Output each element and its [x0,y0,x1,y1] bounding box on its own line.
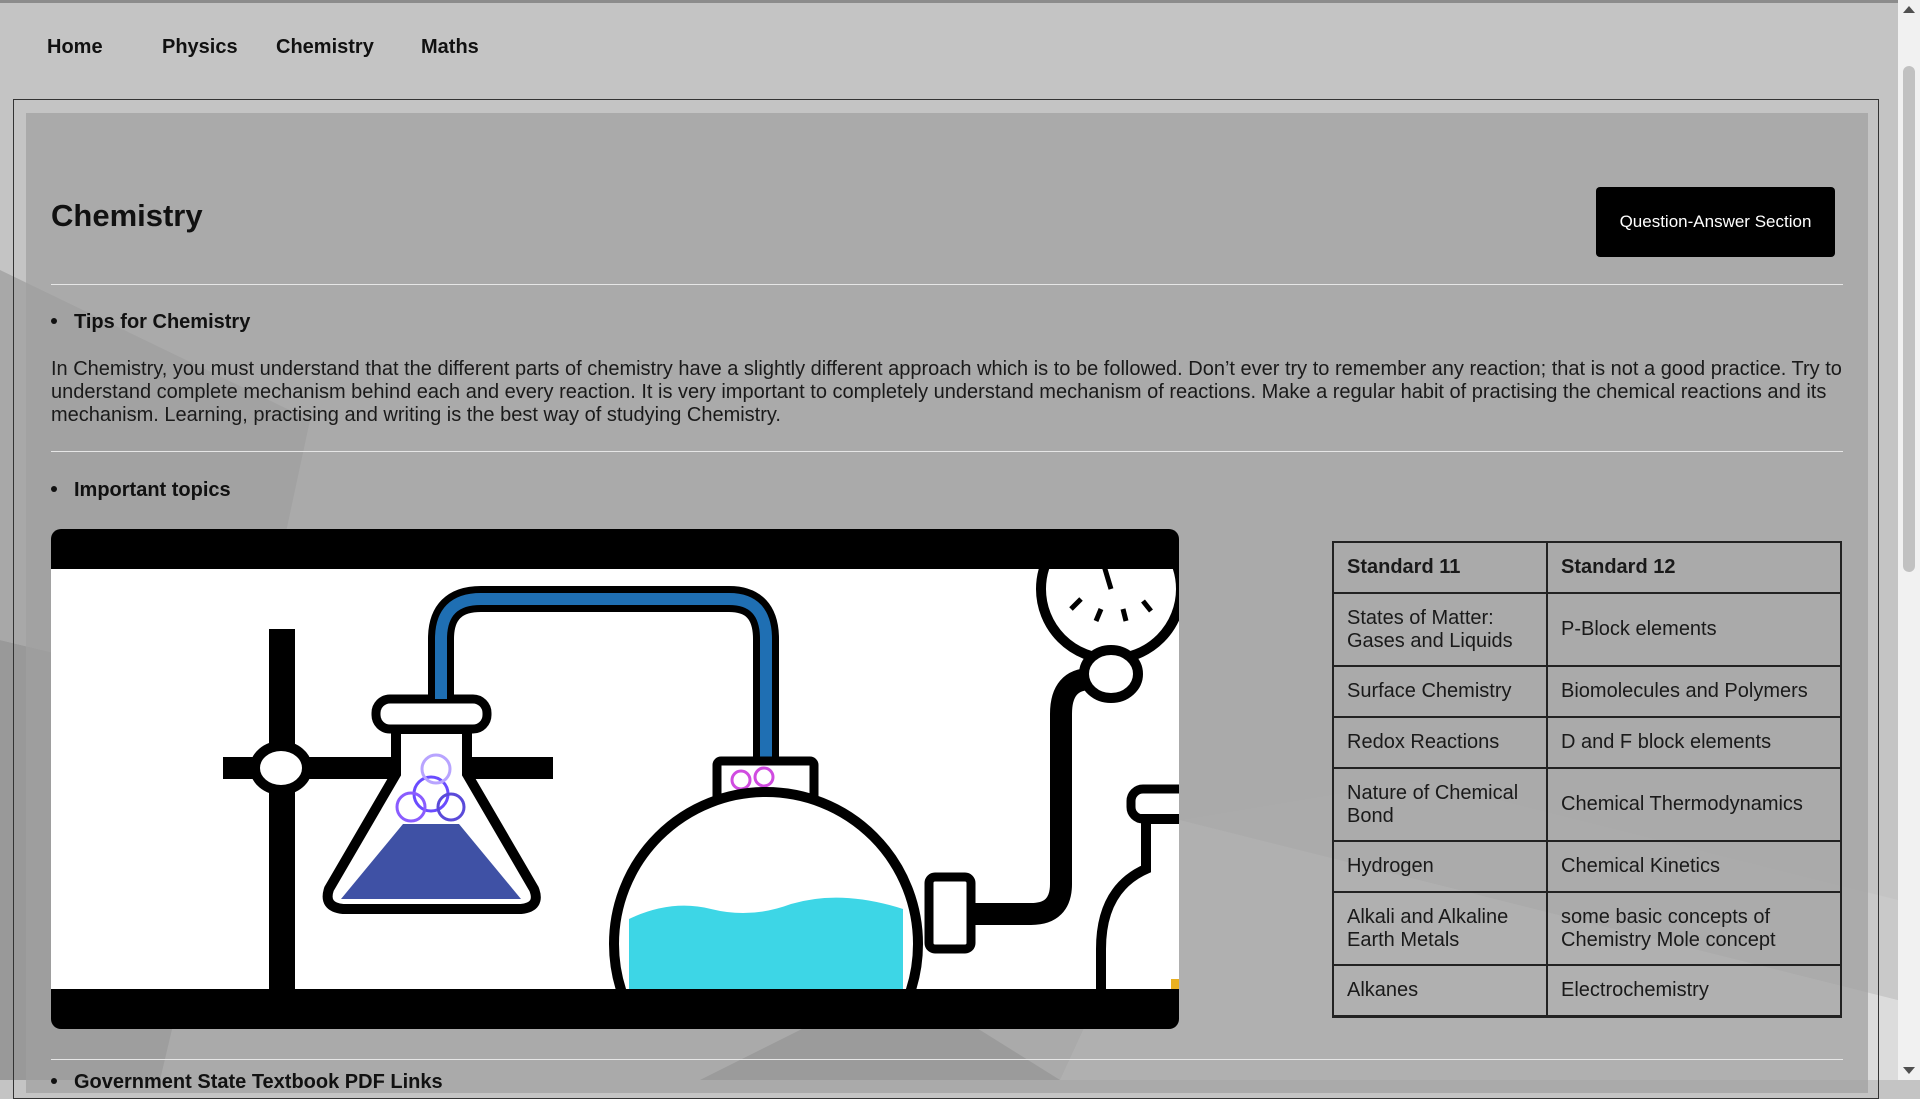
table-cell: Chemical Kinetics [1546,840,1842,893]
topics-table: Standard 11 Standard 12 States of Matter… [1332,541,1842,1018]
topics-heading: Important topics [51,479,231,502]
vertical-scrollbar[interactable] [1898,0,1920,1080]
table-cell: P-Block elements [1546,592,1842,667]
topics-heading-label: Important topics [74,479,231,501]
divider [51,284,1843,285]
table-cell: Electrochemistry [1546,964,1842,1018]
textbook-links-heading: Government State Textbook PDF Links [51,1071,443,1094]
scroll-up-icon[interactable] [1903,6,1915,13]
table-cell: some basic concepts of Chemistry Mole co… [1546,891,1842,966]
table-cell: States of Matter: Gases and Liquids [1332,592,1548,667]
table-row: Nature of Chemical Bond Chemical Thermod… [1332,767,1842,842]
scroll-down-icon[interactable] [1903,1067,1915,1074]
table-cell: Surface Chemistry [1332,665,1548,718]
table-cell: Hydrogen [1332,840,1548,893]
table-row: Surface Chemistry Biomolecules and Polym… [1332,665,1842,718]
table-header-standard-11: Standard 11 [1332,541,1548,594]
table-header-row: Standard 11 Standard 12 [1332,541,1842,594]
table-row: Hydrogen Chemical Kinetics [1332,840,1842,893]
bullet-icon [51,317,57,324]
table-cell: Biomolecules and Polymers [1546,665,1842,718]
table-cell: Alkanes [1332,964,1548,1018]
table-row: States of Matter: Gases and Liquids P-Bl… [1332,592,1842,667]
main-content: Chemistry Question-Answer Section Tips f… [0,0,1898,1093]
tips-heading-label: Tips for Chemistry [74,311,251,333]
table-cell: Alkali and Alkaline Earth Metals [1332,891,1548,966]
table-cell: Chemical Thermodynamics [1546,767,1842,842]
table-row: Redox Reactions D and F block elements [1332,716,1842,769]
divider [51,1059,1843,1060]
divider [51,451,1843,452]
chemistry-lab-illustration [51,529,1179,1029]
tips-heading: Tips for Chemistry [51,311,250,334]
table-row: Alkanes Electrochemistry [1332,964,1842,1018]
scrollbar-thumb[interactable] [1903,66,1915,572]
table-cell: Redox Reactions [1332,716,1548,769]
table-row: Alkali and Alkaline Earth Metals some ba… [1332,891,1842,966]
lab-apparatus-icon [51,569,1179,989]
tips-paragraph: In Chemistry, you must understand that t… [51,358,1842,426]
bullet-icon [51,485,57,492]
page-title: Chemistry [51,198,203,233]
table-header-standard-12: Standard 12 [1546,541,1842,594]
table-cell: D and F block elements [1546,716,1842,769]
textbook-links-label: Government State Textbook PDF Links [74,1071,443,1093]
bullet-icon [51,1077,57,1084]
question-answer-button[interactable]: Question-Answer Section [1596,187,1835,257]
table-cell: Nature of Chemical Bond [1332,767,1548,842]
